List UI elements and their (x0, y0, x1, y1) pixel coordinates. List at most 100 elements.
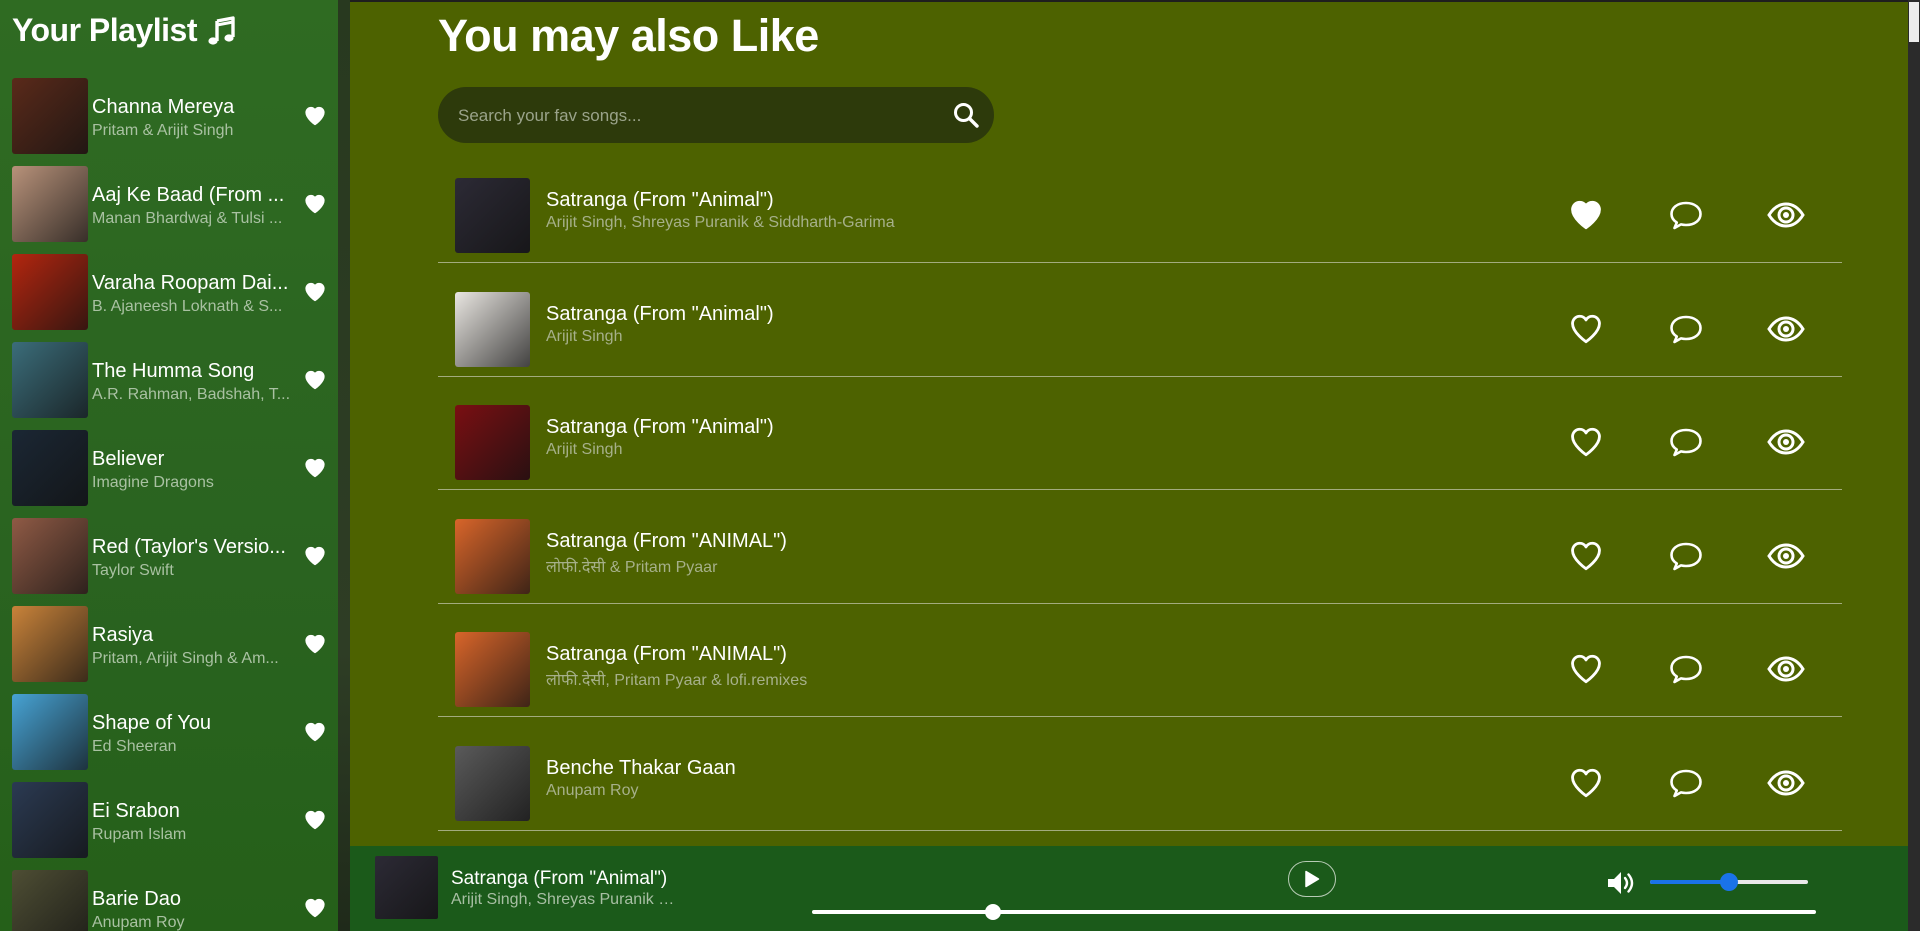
like-button[interactable] (1568, 766, 1604, 800)
playlist-item[interactable]: Aaj Ke Baad (From ... Manan Bhardwaj & Tu… (12, 166, 332, 242)
heart-icon[interactable] (304, 897, 326, 919)
now-playing-title: Satranga (From "Animal") (451, 868, 668, 889)
playlist-item[interactable]: The Humma Song A.R. Rahman, Badshah, T... (12, 342, 332, 418)
play-button[interactable] (1288, 861, 1336, 897)
view-button[interactable] (1766, 312, 1806, 346)
playlist-item[interactable]: Ei Srabon Rupam Islam (12, 782, 332, 858)
song-row[interactable]: Satranga (From "Animal") Arijit Singh, Sh… (438, 150, 1842, 263)
song-title: Satranga (From "Animal") (546, 302, 774, 325)
heart-icon[interactable] (304, 809, 326, 831)
volume-handle[interactable] (1720, 873, 1738, 891)
eye-icon[interactable] (1766, 312, 1806, 346)
comment-button[interactable] (1668, 652, 1704, 686)
like-button[interactable] (1568, 652, 1604, 686)
view-button[interactable] (1766, 652, 1806, 686)
heart-icon[interactable] (1568, 652, 1604, 686)
song-row[interactable]: Satranga (From "Animal") Arijit Singh (438, 377, 1842, 490)
comment-icon[interactable] (1668, 425, 1704, 459)
song-row[interactable]: Satranga (From "ANIMAL") लोफी.देसी & Prit… (438, 491, 1842, 604)
like-button[interactable] (1568, 425, 1604, 459)
playlist-like-button[interactable] (304, 105, 326, 127)
like-button[interactable] (1568, 312, 1604, 346)
comment-button[interactable] (1668, 198, 1704, 232)
song-row[interactable]: Satranga (From "ANIMAL") लोफी.देसी, Prita… (438, 604, 1842, 717)
heart-icon[interactable] (1568, 312, 1604, 346)
comment-button[interactable] (1668, 766, 1704, 800)
like-button[interactable] (1568, 539, 1604, 573)
eye-icon[interactable] (1766, 198, 1806, 232)
comment-icon[interactable] (1668, 652, 1704, 686)
heart-icon[interactable] (1568, 198, 1604, 232)
heart-icon[interactable] (304, 721, 326, 743)
search-icon[interactable] (952, 101, 980, 129)
heart-icon[interactable] (304, 545, 326, 567)
heart-icon[interactable] (304, 633, 326, 655)
eye-icon[interactable] (1766, 425, 1806, 459)
playlist-item[interactable]: Varaha Roopam Dai... B. Ajaneesh Loknath … (12, 254, 332, 330)
heart-icon[interactable] (304, 457, 326, 479)
song-row[interactable]: Benche Thakar Gaan Anupam Roy (438, 718, 1842, 831)
page-scrollbar-thumb[interactable] (1909, 2, 1919, 42)
comment-button[interactable] (1668, 312, 1704, 346)
playlist-item[interactable]: Barie Dao Anupam Roy (12, 870, 332, 931)
playlist-item-artist: Anupam Roy (92, 914, 185, 931)
playlist-item-title: Ei Srabon (92, 800, 180, 822)
playlist-item-artwork (12, 694, 88, 770)
eye-icon[interactable] (1766, 766, 1806, 800)
eye-icon[interactable] (1766, 652, 1806, 686)
volume-icon[interactable] (1606, 869, 1638, 897)
heart-icon[interactable] (304, 193, 326, 215)
playlist-item-title: Barie Dao (92, 888, 181, 910)
comment-icon[interactable] (1668, 539, 1704, 573)
playlist-like-button[interactable] (304, 369, 326, 391)
like-button[interactable] (1568, 198, 1604, 232)
playlist-item-artwork (12, 518, 88, 594)
comment-icon[interactable] (1668, 766, 1704, 800)
song-artist: लोफी.देसी & Pritam Pyaar (546, 558, 718, 576)
playlist-sidebar: Your Playlist Channa Mereya Pritam & Arij… (0, 0, 338, 931)
view-button[interactable] (1766, 198, 1806, 232)
playlist-item[interactable]: Shape of You Ed Sheeran (12, 694, 332, 770)
playlist-item-title: Aaj Ke Baad (From ... (92, 184, 285, 206)
page-scrollbar[interactable] (1908, 0, 1920, 931)
comment-icon[interactable] (1668, 198, 1704, 232)
playlist-item-title: Rasiya (92, 624, 154, 646)
playlist-like-button[interactable] (304, 545, 326, 567)
song-row[interactable]: Satranga (From "Animal") Arijit Singh (438, 264, 1842, 377)
playlist-item[interactable]: Believer Imagine Dragons (12, 430, 332, 506)
eye-icon[interactable] (1766, 539, 1806, 573)
playlist-item-title: Varaha Roopam Dai... (92, 272, 289, 294)
music-note-icon (208, 15, 235, 45)
view-button[interactable] (1766, 539, 1806, 573)
search-input[interactable] (456, 87, 940, 145)
playlist-like-button[interactable] (304, 457, 326, 479)
playlist-item[interactable]: Channa Mereya Pritam & Arijit Singh (12, 78, 332, 154)
comment-button[interactable] (1668, 539, 1704, 573)
heart-icon[interactable] (304, 105, 326, 127)
view-button[interactable] (1766, 425, 1806, 459)
playlist-like-button[interactable] (304, 809, 326, 831)
heart-icon[interactable] (304, 369, 326, 391)
playlist-like-button[interactable] (304, 897, 326, 919)
song-artwork (455, 632, 530, 707)
playlist-item[interactable]: Rasiya Pritam, Arijit Singh & Am... (12, 606, 332, 682)
view-button[interactable] (1766, 766, 1806, 800)
sidebar-divider (338, 0, 350, 931)
heart-icon[interactable] (1568, 425, 1604, 459)
volume-level (1650, 880, 1729, 884)
playlist-like-button[interactable] (304, 281, 326, 303)
comment-icon[interactable] (1668, 312, 1704, 346)
playlist-like-button[interactable] (304, 193, 326, 215)
playlist-item-artist: Imagine Dragons (92, 474, 214, 491)
playlist-item-artwork (12, 342, 88, 418)
playlist-like-button[interactable] (304, 633, 326, 655)
seek-bar[interactable] (812, 910, 1816, 914)
playlist-item-artist: A.R. Rahman, Badshah, T... (92, 386, 291, 403)
seek-handle[interactable] (984, 904, 1001, 920)
playlist-like-button[interactable] (304, 721, 326, 743)
heart-icon[interactable] (304, 281, 326, 303)
playlist-item[interactable]: Red (Taylor's Versio... Taylor Swift (12, 518, 332, 594)
comment-button[interactable] (1668, 425, 1704, 459)
heart-icon[interactable] (1568, 766, 1604, 800)
heart-icon[interactable] (1568, 539, 1604, 573)
